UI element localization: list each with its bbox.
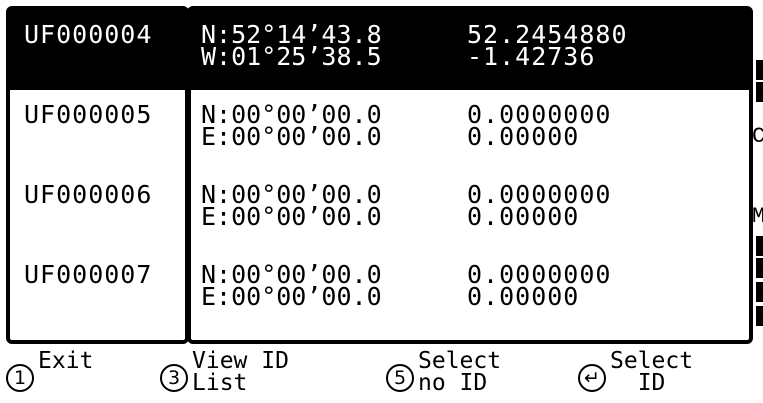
enter-key-icon: ↵ xyxy=(578,364,606,392)
coordinate-row-1[interactable]: N:00°00’00.0 E:00°00’00.0 0.0000000 0.00… xyxy=(191,90,749,170)
longitude-decimal: 0.00000 xyxy=(467,122,580,151)
edge-block xyxy=(756,236,763,256)
longitude-decimal: 0.00000 xyxy=(467,282,580,311)
id-label: UF000007 xyxy=(24,260,153,289)
select-no-id-softkey[interactable]: 5 Select no ID xyxy=(386,346,556,402)
edge-letter: C xyxy=(752,124,763,149)
key-5-icon: 5 xyxy=(386,364,414,392)
id-label: UF000006 xyxy=(24,180,153,209)
key-3-icon: 3 xyxy=(160,364,188,392)
softkey-label: Select ID xyxy=(610,348,694,396)
id-list-panel: UF000004 UF000005 UF000006 UF000007 xyxy=(6,6,189,344)
softkey-label: Exit xyxy=(38,348,94,374)
id-label: UF000004 xyxy=(24,20,153,49)
longitude-decimal: 0.00000 xyxy=(467,202,580,231)
edge-block xyxy=(756,282,763,302)
coordinate-row-0[interactable]: N:52°14’43.8 W:01°25’38.5 52.2454880 -1.… xyxy=(191,10,749,90)
softkey-label: View ID List xyxy=(192,348,289,396)
id-cell-2[interactable]: UF000006 xyxy=(10,170,185,250)
edge-letter: M xyxy=(752,204,763,229)
coordinates-panel: N:52°14’43.8 W:01°25’38.5 52.2454880 -1.… xyxy=(187,6,753,344)
edge-block xyxy=(756,258,763,278)
id-cell-3[interactable]: UF000007 xyxy=(10,250,185,330)
longitude-dms: E:00°00’00.0 xyxy=(201,122,382,151)
longitude-dms: W:01°25’38.5 xyxy=(201,42,382,71)
key-1-icon: 1 xyxy=(6,364,34,392)
gps-id-list-screen: UF000004 UF000005 UF000006 UF000007 N:52… xyxy=(0,0,763,403)
coordinate-row-3[interactable]: N:00°00’00.0 E:00°00’00.0 0.0000000 0.00… xyxy=(191,250,749,330)
longitude-decimal: -1.42736 xyxy=(467,42,596,71)
id-label: UF000005 xyxy=(24,100,153,129)
edge-block xyxy=(756,60,763,80)
softkey-label: Select no ID xyxy=(418,348,502,396)
edge-block xyxy=(756,306,763,326)
edge-block xyxy=(756,82,763,102)
longitude-dms: E:00°00’00.0 xyxy=(201,282,382,311)
exit-softkey[interactable]: 1 Exit xyxy=(6,346,146,402)
longitude-dms: E:00°00’00.0 xyxy=(201,202,382,231)
coordinate-row-2[interactable]: N:00°00’00.0 E:00°00’00.0 0.0000000 0.00… xyxy=(191,170,749,250)
id-cell-1[interactable]: UF000005 xyxy=(10,90,185,170)
softkey-bar: 1 Exit 3 View ID List 5 Select no ID ↵ S… xyxy=(0,346,763,403)
view-id-list-softkey[interactable]: 3 View ID List xyxy=(160,346,360,402)
id-cell-0[interactable]: UF000004 xyxy=(10,10,185,90)
select-id-softkey[interactable]: ↵ Select ID xyxy=(578,346,748,402)
